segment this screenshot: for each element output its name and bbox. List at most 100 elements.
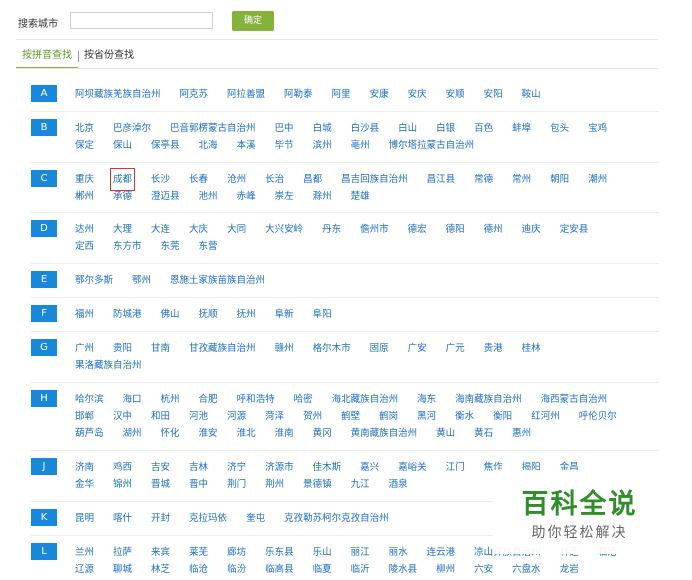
city-link[interactable]: 黑河 (417, 408, 436, 425)
city-link[interactable]: 呼伦贝尔 (579, 408, 617, 425)
city-link[interactable]: 荆门 (227, 476, 246, 493)
city-link[interactable]: 大庆 (189, 221, 208, 238)
city-link[interactable]: 河源 (227, 408, 246, 425)
city-link[interactable]: 嘉兴 (360, 459, 379, 476)
city-link[interactable]: 黄山 (436, 425, 455, 442)
tab-by-pinyin[interactable]: 按拼音查找 (16, 46, 78, 69)
city-link[interactable]: 和田 (151, 408, 170, 425)
city-link[interactable]: 临沂 (351, 561, 370, 578)
city-link[interactable]: 恩施土家族苗族自治州 (170, 272, 265, 289)
city-link[interactable]: 白银 (436, 120, 455, 137)
city-link[interactable]: 崇左 (275, 188, 294, 205)
city-link[interactable]: 佛山 (161, 306, 180, 323)
city-link[interactable]: 北京 (75, 120, 94, 137)
city-link[interactable]: 北海 (199, 137, 218, 154)
city-link[interactable]: 白沙县 (351, 120, 380, 137)
city-link[interactable]: 海口 (123, 391, 142, 408)
city-link[interactable]: 衡水 (455, 408, 474, 425)
city-link[interactable]: 宝鸡 (588, 120, 607, 137)
city-link[interactable]: 巴音郭楞蒙古自治州 (170, 120, 256, 137)
city-link[interactable]: 桂林 (522, 340, 541, 357)
letter-badge-a[interactable]: A (31, 85, 57, 102)
city-link[interactable]: 定西 (75, 238, 94, 255)
city-link[interactable]: 葫芦岛 (75, 425, 104, 442)
city-link[interactable]: 济源市 (265, 459, 294, 476)
city-link[interactable]: 黄石 (474, 425, 493, 442)
city-link[interactable]: 汉中 (113, 408, 132, 425)
city-link[interactable]: 锦州 (113, 476, 132, 493)
city-link[interactable]: 阜新 (275, 306, 294, 323)
city-link[interactable]: 海西蒙古自治州 (541, 391, 608, 408)
city-link[interactable]: 九江 (351, 476, 370, 493)
city-link[interactable]: 阿坝藏族羌族自治州 (75, 86, 161, 103)
letter-badge-f[interactable]: F (31, 305, 57, 322)
city-link[interactable]: 定安县 (560, 221, 589, 238)
city-link[interactable]: 阿里 (332, 86, 351, 103)
city-link[interactable]: 酒泉 (389, 476, 408, 493)
city-link[interactable]: 杭州 (161, 391, 180, 408)
city-link[interactable]: 河池 (189, 408, 208, 425)
city-link[interactable]: 鞍山 (522, 86, 541, 103)
city-link[interactable]: 成都 (110, 168, 136, 191)
city-link[interactable]: 东营 (199, 238, 218, 255)
city-link[interactable]: 博尔塔拉蒙古自治州 (389, 137, 475, 154)
city-link[interactable]: 迪庆 (522, 221, 541, 238)
city-link[interactable]: 开封 (151, 510, 170, 527)
city-link[interactable]: 毕节 (275, 137, 294, 154)
letter-badge-h[interactable]: H (31, 390, 57, 407)
city-link[interactable]: 龙岩 (560, 561, 579, 578)
city-link[interactable]: 鄂州 (132, 272, 151, 289)
city-link[interactable]: 荆州 (265, 476, 284, 493)
city-link[interactable]: 达州 (75, 221, 94, 238)
city-link[interactable]: 林芝 (151, 561, 170, 578)
city-link[interactable]: 蚌埠 (512, 120, 531, 137)
city-link[interactable]: 常德 (474, 171, 493, 188)
city-link[interactable]: 临高县 (265, 561, 294, 578)
city-link[interactable]: 长沙 (151, 171, 170, 188)
letter-badge-d[interactable]: D (31, 220, 57, 237)
city-link[interactable]: 晋中 (189, 476, 208, 493)
city-link[interactable]: 鹤岗 (379, 408, 398, 425)
city-link[interactable]: 楚雄 (351, 188, 370, 205)
city-link[interactable]: 吉安 (151, 459, 170, 476)
city-link[interactable]: 丹东 (322, 221, 341, 238)
city-link[interactable]: 安顺 (446, 86, 465, 103)
city-link[interactable]: 临夏 (313, 561, 332, 578)
city-link[interactable]: 儋州市 (360, 221, 389, 238)
city-link[interactable]: 果洛藏族自治州 (75, 357, 142, 374)
city-link[interactable]: 六盘水 (512, 561, 541, 578)
city-link[interactable]: 昌江县 (427, 171, 456, 188)
city-link[interactable]: 济宁 (227, 459, 246, 476)
city-link[interactable]: 滁州 (313, 188, 332, 205)
city-link[interactable]: 阿勒泰 (284, 86, 313, 103)
city-link[interactable]: 邯郸 (75, 408, 94, 425)
letter-badge-k[interactable]: K (31, 509, 57, 526)
city-link[interactable]: 海北藏族自治州 (332, 391, 399, 408)
city-link[interactable]: 连云港 (427, 544, 456, 561)
city-link[interactable]: 安康 (370, 86, 389, 103)
city-link[interactable]: 济南 (75, 459, 94, 476)
city-link[interactable]: 惠州 (512, 425, 531, 442)
city-link[interactable]: 呼和浩特 (237, 391, 275, 408)
city-link[interactable]: 朝阳 (550, 171, 569, 188)
city-link[interactable]: 格尔木市 (313, 340, 351, 357)
city-link[interactable]: 景德镇 (303, 476, 332, 493)
city-link[interactable]: 包头 (550, 120, 569, 137)
city-link[interactable]: 菏泽 (265, 408, 284, 425)
city-link[interactable]: 郴州 (75, 188, 94, 205)
city-link[interactable]: 晋城 (151, 476, 170, 493)
city-link[interactable]: 黄南藏族自治州 (351, 425, 418, 442)
city-link[interactable]: 贵港 (484, 340, 503, 357)
city-link[interactable]: 赣州 (275, 340, 294, 357)
city-link[interactable]: 昌吉回族自治州 (341, 171, 408, 188)
city-link[interactable]: 乐山 (313, 544, 332, 561)
city-link[interactable]: 鸡西 (113, 459, 132, 476)
letter-badge-l[interactable]: L (31, 543, 57, 560)
city-link[interactable]: 潮州 (588, 171, 607, 188)
city-link[interactable]: 保亭县 (151, 137, 180, 154)
city-link[interactable]: 丽江 (351, 544, 370, 561)
city-link[interactable]: 防城港 (113, 306, 142, 323)
letter-badge-c[interactable]: C (31, 170, 57, 187)
city-link[interactable]: 聊城 (113, 561, 132, 578)
city-link[interactable]: 廊坊 (227, 544, 246, 561)
